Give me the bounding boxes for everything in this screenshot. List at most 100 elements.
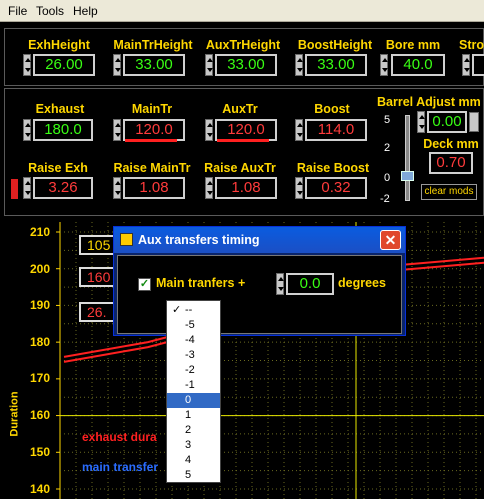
boost-height-field[interactable]: 33.00 [305, 54, 367, 76]
dropdown-item-label: 4 [185, 454, 192, 466]
dropdown-item-label: -1 [185, 379, 195, 391]
y-tick-150: 150 [30, 445, 51, 459]
dropdown-item[interactable]: -5 [167, 318, 220, 333]
raise-exh-stepper[interactable] [23, 177, 31, 199]
exhaust-stepper[interactable] [23, 119, 31, 141]
boost-height-stepper[interactable] [295, 54, 303, 76]
raise-main-tr-stepper[interactable] [113, 177, 121, 199]
degrees-dropdown[interactable]: ✓ -- -5 -4 -3 -2 -1 0 1 2 3 4 5 [166, 300, 221, 483]
legend-main-transfer: main transfer [82, 460, 159, 474]
raise-boost-label: Raise Boost [296, 161, 370, 175]
aux-tr-level-bar [217, 139, 269, 142]
raise-aux-tr-stepper[interactable] [205, 177, 213, 199]
aux-tr-height-label: AuxTrHeight [205, 38, 281, 52]
main-tr-field[interactable]: 120.0 [123, 119, 185, 141]
barrel-adjust-stepper[interactable] [417, 111, 425, 133]
y-tick-140: 140 [30, 482, 51, 496]
boost-field[interactable]: 114.0 [305, 119, 367, 141]
dropdown-item[interactable]: 5 [167, 468, 220, 483]
dropdown-item[interactable]: -2 [167, 363, 220, 378]
dropdown-item[interactable]: -3 [167, 348, 220, 363]
dialog-body: ✓ Main tranfers + 0.0 degrees [117, 255, 402, 334]
heights-panel: ExhHeight 26.00 MainTrHeight 33.00 AuxTr… [4, 28, 484, 86]
raise-exh-label: Raise Exh [28, 161, 88, 175]
raise-exh-field[interactable]: 3.26 [33, 177, 93, 199]
close-icon[interactable]: ✕ [380, 230, 401, 250]
exh-height-stepper[interactable] [23, 54, 31, 76]
y-tick-160: 160 [30, 408, 51, 422]
raise-boost-field[interactable]: 0.32 [305, 177, 367, 199]
menu-tools[interactable]: Tools [36, 4, 64, 18]
stroke-field[interactable] [472, 54, 484, 76]
aux-tr-field[interactable]: 120.0 [215, 119, 277, 141]
main-tr-height-field[interactable]: 33.00 [123, 54, 185, 76]
dropdown-item-label: 1 [185, 409, 192, 421]
deck-field[interactable]: 0.70 [429, 152, 473, 174]
dialog-title-bar[interactable]: Aux transfers timing ✕ [114, 227, 405, 253]
main-tr-label: MainTr [131, 102, 173, 116]
dropdown-item[interactable]: 3 [167, 438, 220, 453]
exh-height-field[interactable]: 26.00 [33, 54, 95, 76]
dropdown-item-label: 5 [185, 469, 192, 481]
dropdown-item[interactable]: 1 [167, 408, 220, 423]
slider-tick-0: 0 [384, 172, 391, 184]
y-tick-200: 200 [30, 262, 51, 276]
dropdown-item[interactable]: -1 [167, 378, 220, 393]
barrel-adjust-field[interactable]: 0.00 [427, 111, 467, 133]
y-tick-190: 190 [30, 298, 51, 312]
aux-tr-height-stepper[interactable] [205, 54, 213, 76]
dropdown-item[interactable]: -4 [167, 333, 220, 348]
menu-help[interactable]: Help [73, 4, 98, 18]
barrel-adjust-thumb[interactable] [401, 171, 414, 181]
deck-label: Deck mm [423, 137, 479, 151]
timing-panel: Exhaust 180.0 MainTr 120.0 AuxTr 120.0 B… [4, 88, 484, 216]
boost-stepper[interactable] [295, 119, 303, 141]
aux-tr-label: AuxTr [222, 102, 258, 116]
y-tick-180: 180 [30, 335, 51, 349]
raise-aux-tr-field[interactable]: 1.08 [215, 177, 277, 199]
menu-file[interactable]: File [8, 4, 27, 18]
bore-field[interactable]: 40.0 [391, 54, 445, 76]
exh-height-label: ExhHeight [28, 38, 90, 52]
main-tranfers-checkbox[interactable]: ✓ [138, 278, 151, 291]
dropdown-item-label: -2 [185, 364, 195, 376]
dropdown-item[interactable]: ✓ -- [167, 303, 220, 318]
app-icon [120, 233, 133, 246]
dropdown-item-label: -5 [185, 319, 195, 331]
slider-tick-5: 5 [384, 114, 391, 126]
main-tranfers-label: Main tranfers + [156, 276, 246, 290]
dropdown-item-label: -3 [185, 349, 195, 361]
aux-tr-height-field[interactable]: 33.00 [215, 54, 277, 76]
dialog-title: Aux transfers timing [138, 233, 260, 247]
degrees-field[interactable]: 0.0 [286, 273, 334, 295]
main-tr-height-stepper[interactable] [113, 54, 121, 76]
exhaust-field[interactable]: 180.0 [33, 119, 93, 141]
dropdown-item-label: -- [185, 304, 193, 316]
dropdown-item[interactable]: 2 [167, 423, 220, 438]
y-tick-210: 210 [30, 225, 51, 239]
raise-main-tr-field[interactable]: 1.08 [123, 177, 185, 199]
bore-stepper[interactable] [380, 54, 388, 76]
boost-height-label: BoostHeight [297, 38, 373, 52]
boost-label: Boost [314, 102, 350, 116]
raise-boost-stepper[interactable] [295, 177, 303, 199]
main-tr-height-label: MainTrHeight [113, 38, 193, 52]
barrel-adjust-track[interactable] [405, 115, 410, 201]
stroke-stepper[interactable] [462, 54, 470, 76]
aux-tr-stepper[interactable] [205, 119, 213, 141]
raise-main-tr-label: Raise MainTr [113, 161, 191, 175]
barrel-adjust-label: Barrel Adjust mm [377, 95, 481, 109]
main-tr-stepper[interactable] [113, 119, 121, 141]
barrel-adjust-button[interactable] [469, 112, 479, 132]
aux-transfers-dialog: Aux transfers timing ✕ ✓ Main tranfers +… [113, 226, 406, 336]
dropdown-item-label: -4 [185, 334, 195, 346]
clear-mods-button[interactable]: clear mods [421, 184, 477, 200]
dropdown-item-label: 3 [185, 439, 192, 451]
dropdown-item[interactable]: 4 [167, 453, 220, 468]
exhaust-label: Exhaust [35, 102, 85, 116]
menu-bar: File Tools Help [0, 0, 484, 22]
degrees-stepper[interactable] [276, 273, 284, 295]
dropdown-item[interactable]: 0 [167, 393, 220, 408]
slider-tick-neg2: -2 [380, 193, 390, 205]
y-tick-170: 170 [30, 371, 51, 385]
